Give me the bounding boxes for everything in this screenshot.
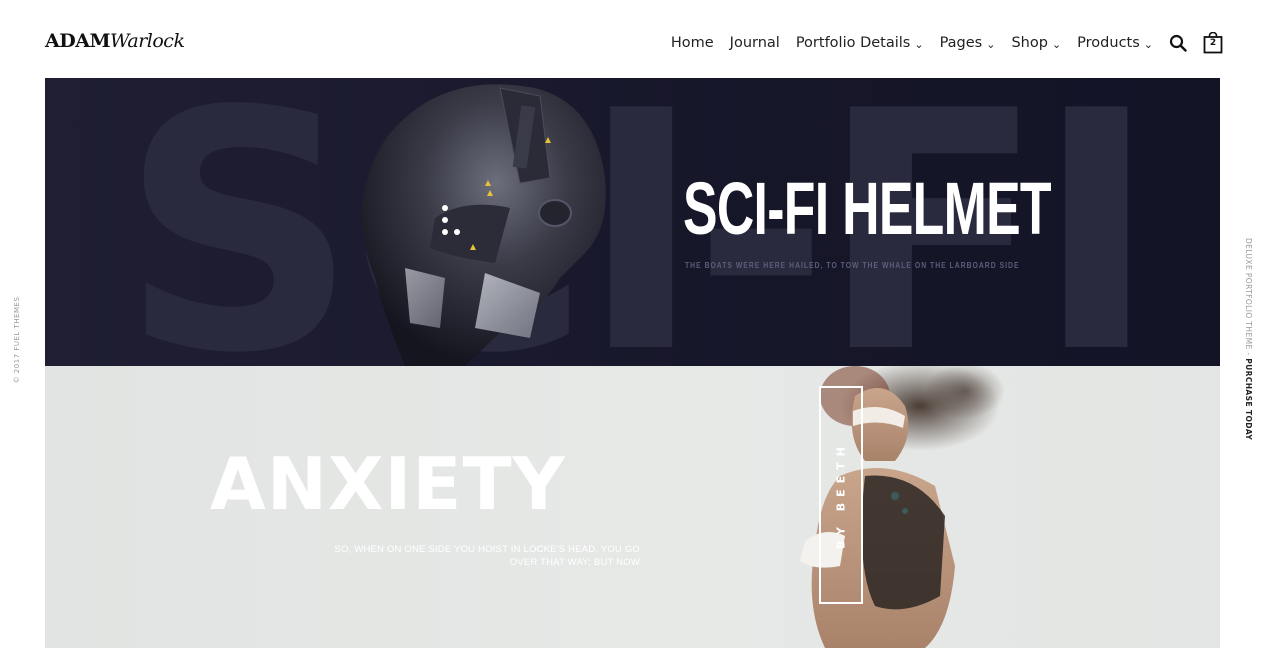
- nav-item-products[interactable]: Products ⌄: [1077, 35, 1153, 51]
- logo-script: Warlock: [110, 30, 185, 52]
- purchase-side-link[interactable]: DELUXE PORTFOLIO THEME - PURCHASE TODAY: [1244, 238, 1260, 448]
- cart-count-badge: 2: [1209, 38, 1217, 48]
- nav-item-home[interactable]: Home: [671, 35, 714, 51]
- nav-item-pages[interactable]: Pages ⌄: [940, 35, 996, 51]
- chevron-down-icon: ⌄: [986, 37, 996, 51]
- banner-subtitle: SO, WHEN ON ONE SIDE YOU HOIST IN LOCKE'…: [334, 544, 640, 568]
- search-icon[interactable]: [1169, 34, 1187, 52]
- banner-subtitle: THE BOATS WERE HERE HAILED, TO TOW THE W…: [685, 261, 1020, 270]
- banner-title: SCI-FI HELMET: [683, 167, 1052, 250]
- nav-item-portfolio-details[interactable]: Portfolio Details ⌄: [796, 35, 924, 51]
- chevron-down-icon: ⌄: [914, 37, 924, 51]
- shopping-bag-icon[interactable]: 2: [1203, 32, 1223, 54]
- helmet-image: [361, 84, 606, 366]
- main-nav: Home Journal Portfolio Details ⌄ Pages ⌄…: [671, 30, 1223, 56]
- author-byline: BY BEETH: [834, 441, 848, 549]
- chevron-down-icon: ⌄: [1051, 37, 1062, 51]
- woman-art-image: [800, 366, 1005, 648]
- site-logo[interactable]: ADAMWarlock: [45, 30, 185, 52]
- logo-bold: ADAM: [45, 30, 111, 52]
- banner-title: ANXIETY: [210, 442, 566, 526]
- portfolio-banner-anxiety[interactable]: ANXIETY SO, WHEN ON ONE SIDE YOU HOIST I…: [45, 366, 1220, 648]
- chevron-down-icon: ⌄: [1143, 37, 1153, 51]
- nav-item-journal[interactable]: Journal: [730, 35, 780, 51]
- nav-item-shop[interactable]: Shop ⌄: [1011, 35, 1061, 51]
- copyright-side-text: © 2017 FUEL THEMES: [13, 296, 21, 384]
- portfolio-banner-sci-fi-helmet[interactable]: SCI-FI SCI-FI HELMET THE BOATS WERE HERE…: [45, 78, 1220, 366]
- author-byline-box: BY BEETH: [819, 386, 863, 604]
